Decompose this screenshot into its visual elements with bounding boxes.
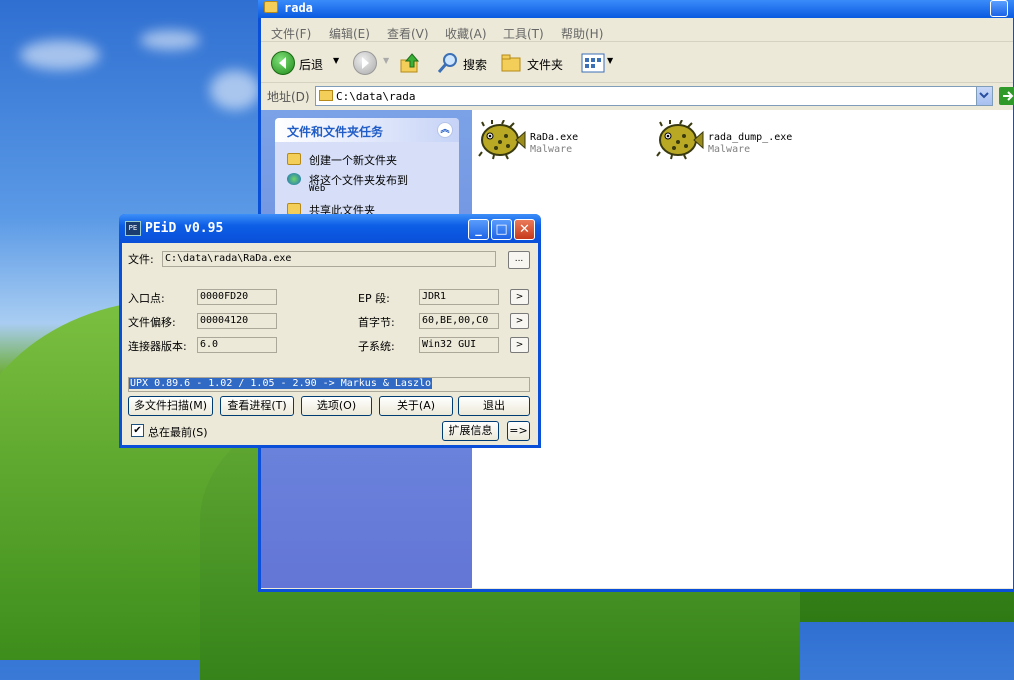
file-offset-field: 00004120 xyxy=(197,313,277,329)
ep-section-label: EP 段: xyxy=(358,292,390,305)
peid-titlebar[interactable]: PE PEiD v0.95 _ □ ✕ xyxy=(119,214,541,243)
subsystem-arrow-icon[interactable]: > xyxy=(510,337,529,353)
entry-point-label: 入口点: xyxy=(128,292,165,305)
views-dropdown-icon[interactable]: ▼ xyxy=(607,56,613,65)
task-label: 创建一个新文件夹 xyxy=(309,154,397,167)
signature-text: UPX 0.89.6 - 1.02 / 1.05 - 2.90 -> Marku… xyxy=(129,378,433,389)
folders-icon[interactable] xyxy=(501,53,523,73)
minimize-button[interactable]: _ xyxy=(468,219,489,240)
menu-view[interactable]: 查看(V) xyxy=(387,25,429,42)
file-name: rada_dump_.exe xyxy=(708,132,793,143)
file-path-field[interactable]: C:\data\rada\RaDa.exe xyxy=(162,251,496,267)
address-input[interactable]: C:\data\rada xyxy=(315,86,993,106)
tasks-header-label: 文件和文件夹任务 xyxy=(287,125,384,139)
search-button[interactable]: 搜索 xyxy=(463,56,487,73)
maximize-button[interactable]: □ xyxy=(491,219,512,240)
folder-icon xyxy=(264,1,278,13)
menu-help[interactable]: 帮助(H) xyxy=(561,25,603,42)
explorer-titlebar[interactable]: rada xyxy=(258,0,1014,18)
go-arrow-icon xyxy=(1003,91,1014,101)
close-button[interactable]: ✕ xyxy=(514,219,535,240)
file-list: RaDa.exe Malware rada_dump_.exe Malware xyxy=(472,110,1013,588)
desktop-cloud xyxy=(210,70,260,110)
collapse-chevron-icon[interactable]: ︽ xyxy=(437,122,453,138)
menu-edit[interactable]: 编辑(E) xyxy=(329,25,370,42)
address-label: 地址(D) xyxy=(267,90,310,104)
first-bytes-field: 60,BE,00,C0 xyxy=(419,313,499,329)
back-label[interactable]: 后退 xyxy=(299,56,323,73)
pufferfish-icon xyxy=(656,120,704,160)
peid-body: 文件: C:\data\rada\RaDa.exe ... 入口点: 0000F… xyxy=(122,243,538,445)
forward-dropdown-icon[interactable]: ▼ xyxy=(383,56,389,65)
menu-tools[interactable]: 工具(T) xyxy=(503,25,544,42)
pufferfish-icon xyxy=(478,120,526,160)
menu-bar: 文件(F) 编辑(E) 查看(V) 收藏(A) 工具(T) 帮助(H) xyxy=(261,20,1013,42)
options-button[interactable]: 选项(O) xyxy=(301,396,372,416)
file-name: RaDa.exe xyxy=(530,132,579,143)
subsystem-label: 子系统: xyxy=(358,340,395,353)
file-type: Malware xyxy=(530,144,573,155)
up-folder-icon[interactable] xyxy=(399,52,421,74)
folders-button[interactable]: 文件夹 xyxy=(527,56,563,73)
address-bar: 地址(D) C:\data\rada xyxy=(261,84,1014,108)
extra-info-button[interactable]: 扩展信息 xyxy=(442,421,499,441)
file-label: 文件: xyxy=(128,253,154,266)
linker-version-field: 6.0 xyxy=(197,337,277,353)
ep-section-arrow-icon[interactable]: > xyxy=(510,289,529,305)
peid-app-icon: PE xyxy=(125,221,141,236)
file-offset-label: 文件偏移: xyxy=(128,316,176,329)
stay-on-top-label[interactable]: 总在最前(S) xyxy=(148,424,208,440)
file-type: Malware xyxy=(708,144,751,155)
back-button[interactable] xyxy=(271,51,295,75)
peid-title: PEiD v0.95 xyxy=(145,221,224,236)
desktop-cloud xyxy=(140,30,200,50)
browse-button[interactable]: ... xyxy=(508,251,530,269)
peid-window: PE PEiD v0.95 _ □ ✕ 文件: C:\data\rada\RaD… xyxy=(119,214,541,448)
search-icon[interactable] xyxy=(437,52,459,74)
forward-button[interactable] xyxy=(353,51,377,75)
subsystem-field: Win32 GUI xyxy=(419,337,499,353)
views-icon[interactable] xyxy=(581,53,605,73)
first-bytes-arrow-icon[interactable]: > xyxy=(510,313,529,329)
new-folder-icon xyxy=(287,153,301,165)
menu-file[interactable]: 文件(F) xyxy=(271,25,311,42)
tasks-header[interactable]: 文件和文件夹任务 ︽ xyxy=(275,118,459,142)
multi-scan-button[interactable]: 多文件扫描(M) xyxy=(128,396,213,416)
toolbar: 后退 ▼ ▼ 搜索 文件夹 ▼ xyxy=(261,43,1013,83)
stay-on-top-checkbox[interactable]: ✔ xyxy=(131,424,144,437)
globe-icon xyxy=(287,173,301,185)
plugins-button[interactable]: => xyxy=(507,421,530,441)
signature-result[interactable]: UPX 0.89.6 - 1.02 / 1.05 - 2.90 -> Marku… xyxy=(128,377,530,392)
address-folder-icon xyxy=(319,90,333,101)
exit-button[interactable]: 退出 xyxy=(458,396,530,416)
about-button[interactable]: 关于(A) xyxy=(379,396,453,416)
address-dropdown-icon[interactable] xyxy=(976,87,992,105)
go-button[interactable] xyxy=(999,87,1014,105)
task-label-web: Web xyxy=(309,184,326,194)
menu-favorites[interactable]: 收藏(A) xyxy=(445,25,487,42)
back-arrow-icon xyxy=(279,57,286,69)
explorer-title: rada xyxy=(284,1,313,15)
task-viewer-button[interactable]: 查看进程(T) xyxy=(220,396,294,416)
back-dropdown-icon[interactable]: ▼ xyxy=(333,56,339,65)
forward-arrow-icon xyxy=(362,57,369,69)
linker-version-label: 连接器版本: xyxy=(128,340,187,353)
desktop-cloud xyxy=(20,40,100,70)
minimize-button[interactable] xyxy=(990,0,1008,17)
first-bytes-label: 首字节: xyxy=(358,316,395,329)
address-value: C:\data\rada xyxy=(336,90,416,103)
file-folder-tasks: 文件和文件夹任务 ︽ 创建一个新文件夹 将这个文件夹发布到 Web 共享此文件夹 xyxy=(275,118,459,228)
ep-section-field: JDR1 xyxy=(419,289,499,305)
entry-point-field: 0000FD20 xyxy=(197,289,277,305)
